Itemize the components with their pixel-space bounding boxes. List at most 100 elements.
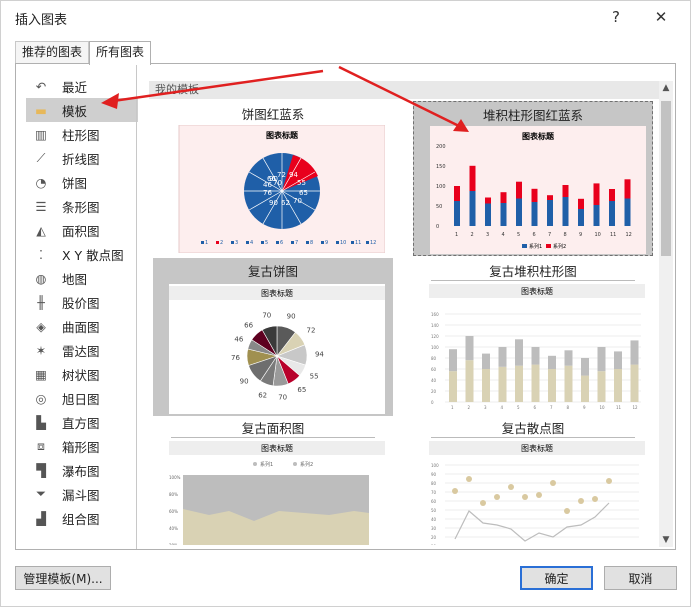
chart-panel: ↶ 最近 ▬ 模板 ▥ 柱形图 ⟋ 折线图 ◔ 饼图 ☰ 条形图 ◭ 面积图 ⁚ X Y 散点图 ◍ 地图 ╫ 股价图… xyxy=(15,63,676,550)
sidebar-item-map-chart[interactable]: ◍ 地图 xyxy=(26,266,138,290)
sidebar-item-bar-chart[interactable]: ☰ 条形图 xyxy=(26,194,138,218)
title-bar: 插入图表 ? ✕ xyxy=(1,1,690,33)
bar-series1 xyxy=(564,365,573,402)
dialog-title: 插入图表 xyxy=(15,13,68,28)
folder-icon: ▬ xyxy=(35,102,47,118)
chart-title: 图表标题 xyxy=(266,130,299,140)
sidebar-item-recent[interactable]: ↶ 最近 xyxy=(26,74,138,98)
template-vintage-stacked[interactable]: 复古堆积柱形图 图表标题 0 20 40 60 80 100 120 140 160 1 2 3 4 5 6… xyxy=(413,258,653,413)
template-vintage-scatter[interactable]: 复古散点图 图表标题 0 10 20 30 40 50 60 70 80 90 100 xyxy=(413,415,653,545)
template-stacked-redblue[interactable]: 堆积柱形图红蓝系 图表标题 0 50 100 150 200 1 2 3 4 5 6 7 8 9 10 11 1… xyxy=(413,101,653,256)
pie-data-label: 65 xyxy=(299,189,308,197)
pie-data-label: 70 xyxy=(262,311,271,319)
sidebar-item-label: 股价图 xyxy=(62,295,100,311)
bar-series1 xyxy=(581,375,589,402)
sidebar-item-radar-chart[interactable]: ✶ 雷达图 xyxy=(26,338,138,362)
svg-text:90: 90 xyxy=(431,472,437,477)
close-button[interactable]: ✕ xyxy=(646,5,676,29)
sidebar-item-funnel-chart[interactable]: ⏷ 漏斗图 xyxy=(26,482,138,506)
bar-series1 xyxy=(624,198,631,226)
sidebar-item-surface-chart[interactable]: ◈ 曲面图 xyxy=(26,314,138,338)
chart-title: 图表标题 xyxy=(522,131,555,141)
sidebar-item-line-chart[interactable]: ⟋ 折线图 xyxy=(26,146,138,170)
help-button[interactable]: ? xyxy=(601,5,631,29)
bar-series2 xyxy=(547,195,553,200)
scroll-thumb[interactable] xyxy=(661,101,671,256)
map-chart-icon: ◍ xyxy=(35,270,47,286)
legend-item: 4 xyxy=(250,240,253,246)
sidebar-item-scatter-chart[interactable]: ⁚ X Y 散点图 xyxy=(26,242,138,266)
bar-series1 xyxy=(630,364,639,402)
sidebar-item-box-chart[interactable]: ⧈ 箱形图 xyxy=(26,434,138,458)
template-vintage-pie[interactable]: 复古饼图 图表标题 90 72 94 55 65 70 62 90 76 46 66 70 xyxy=(153,258,393,416)
svg-text:140: 140 xyxy=(431,323,439,328)
sidebar-item-combo-chart[interactable]: ▟ 组合图 xyxy=(26,506,138,530)
scroll-down-icon[interactable]: ▼ xyxy=(659,533,673,547)
legend-series2: 系列2 xyxy=(300,461,313,468)
sidebar-item-column-chart[interactable]: ▥ 柱形图 xyxy=(26,122,138,146)
column-chart-icon: ▥ xyxy=(35,126,47,142)
sidebar-item-area-chart[interactable]: ◭ 面积图 xyxy=(26,218,138,242)
tab-strip: 推荐的图表 所有图表 xyxy=(15,41,152,65)
scroll-up-icon[interactable]: ▲ xyxy=(659,81,673,95)
svg-text:160: 160 xyxy=(431,312,439,317)
title-underline xyxy=(431,437,635,438)
sidebar-item-label: 直方图 xyxy=(62,415,100,431)
stock-chart-icon: ╫ xyxy=(37,294,45,310)
pie-data-label: 70 xyxy=(293,197,302,205)
bar-series2 xyxy=(500,192,507,203)
scatter-point xyxy=(494,494,500,500)
tab-all-charts[interactable]: 所有图表 xyxy=(89,41,152,65)
bar-series2 xyxy=(485,197,491,204)
pie-data-label: 65 xyxy=(297,386,306,394)
bar-series1 xyxy=(578,209,584,226)
bar-series1 xyxy=(449,371,457,402)
scatter-point xyxy=(606,478,612,484)
bar-series1 xyxy=(465,360,474,402)
pie-data-label: 46 xyxy=(234,336,243,344)
sidebar-item-label: 旭日图 xyxy=(62,391,100,407)
template-vintage-area[interactable]: 复古面积图 图表标题 系列1 系列2 100% 80% 60% 40% 20% 0% xyxy=(153,415,393,545)
legend-item: 1 xyxy=(205,240,208,246)
manage-templates-button[interactable]: 管理模板(M)... xyxy=(15,566,111,590)
sidebar-item-sunburst-chart[interactable]: ◎ 旭日图 xyxy=(26,386,138,410)
x-tick: 8 xyxy=(564,232,567,238)
sidebar-item-folder[interactable]: ▬ 模板 xyxy=(26,98,138,122)
sidebar-item-label: 组合图 xyxy=(62,511,100,527)
ok-button[interactable]: 确定 xyxy=(520,566,593,590)
x-tick: 7 xyxy=(548,232,551,238)
svg-text:10: 10 xyxy=(431,544,437,545)
pie-data-label: 62 xyxy=(258,391,267,399)
chart-title: 图表标题 xyxy=(261,288,293,298)
bar-series1 xyxy=(593,205,600,226)
template-pie-redblue[interactable]: 饼图红蓝系 图表标题 90 72 94 55 65 70 62 90 76 46 66 70 1234… xyxy=(153,101,393,256)
sidebar-item-pie-chart[interactable]: ◔ 饼图 xyxy=(26,170,138,194)
sidebar-item-treemap-chart[interactable]: ▦ 树状图 xyxy=(26,362,138,386)
legend-item: 10 xyxy=(340,240,346,246)
gallery-scrollbar[interactable]: ▲ ▼ xyxy=(659,81,673,547)
funnel-chart-icon: ⏷ xyxy=(35,486,46,501)
bar-series2 xyxy=(581,358,589,376)
bar-series1 xyxy=(485,203,491,226)
sidebar-item-label: 饼图 xyxy=(62,175,88,191)
cancel-button[interactable]: 取消 xyxy=(604,566,677,590)
svg-text:20: 20 xyxy=(431,389,437,394)
x-tick: 10 xyxy=(595,232,601,238)
x-tick: 5 xyxy=(517,405,520,410)
section-header: 我的模板 xyxy=(149,81,663,99)
sidebar-item-histogram-chart[interactable]: ▙ 直方图 xyxy=(26,410,138,434)
bar-series2 xyxy=(531,188,538,202)
scatter-point xyxy=(480,500,486,506)
vintage-scatter-preview: 图表标题 0102030405060708090100 xyxy=(429,441,645,545)
sidebar-item-label: 面积图 xyxy=(62,223,100,239)
stacked-redblue-preview: 图表标题 0501001502001 2 3 4 5 6 7 8 9 10 11 12 系列1 系列2 xyxy=(430,126,646,254)
x-tick: 2 xyxy=(468,405,471,410)
x-tick: 1 xyxy=(455,232,458,238)
tab-recommended[interactable]: 推荐的图表 xyxy=(15,41,90,63)
sidebar-item-stock-chart[interactable]: ╫ 股价图 xyxy=(26,290,138,314)
bar-series1 xyxy=(548,369,556,402)
histogram-chart-icon: ▙ xyxy=(36,414,46,430)
y-tick: 40% xyxy=(169,526,178,531)
svg-text:70: 70 xyxy=(431,490,437,495)
sidebar-item-waterfall-chart[interactable]: ▜ 瀑布图 xyxy=(26,458,138,482)
